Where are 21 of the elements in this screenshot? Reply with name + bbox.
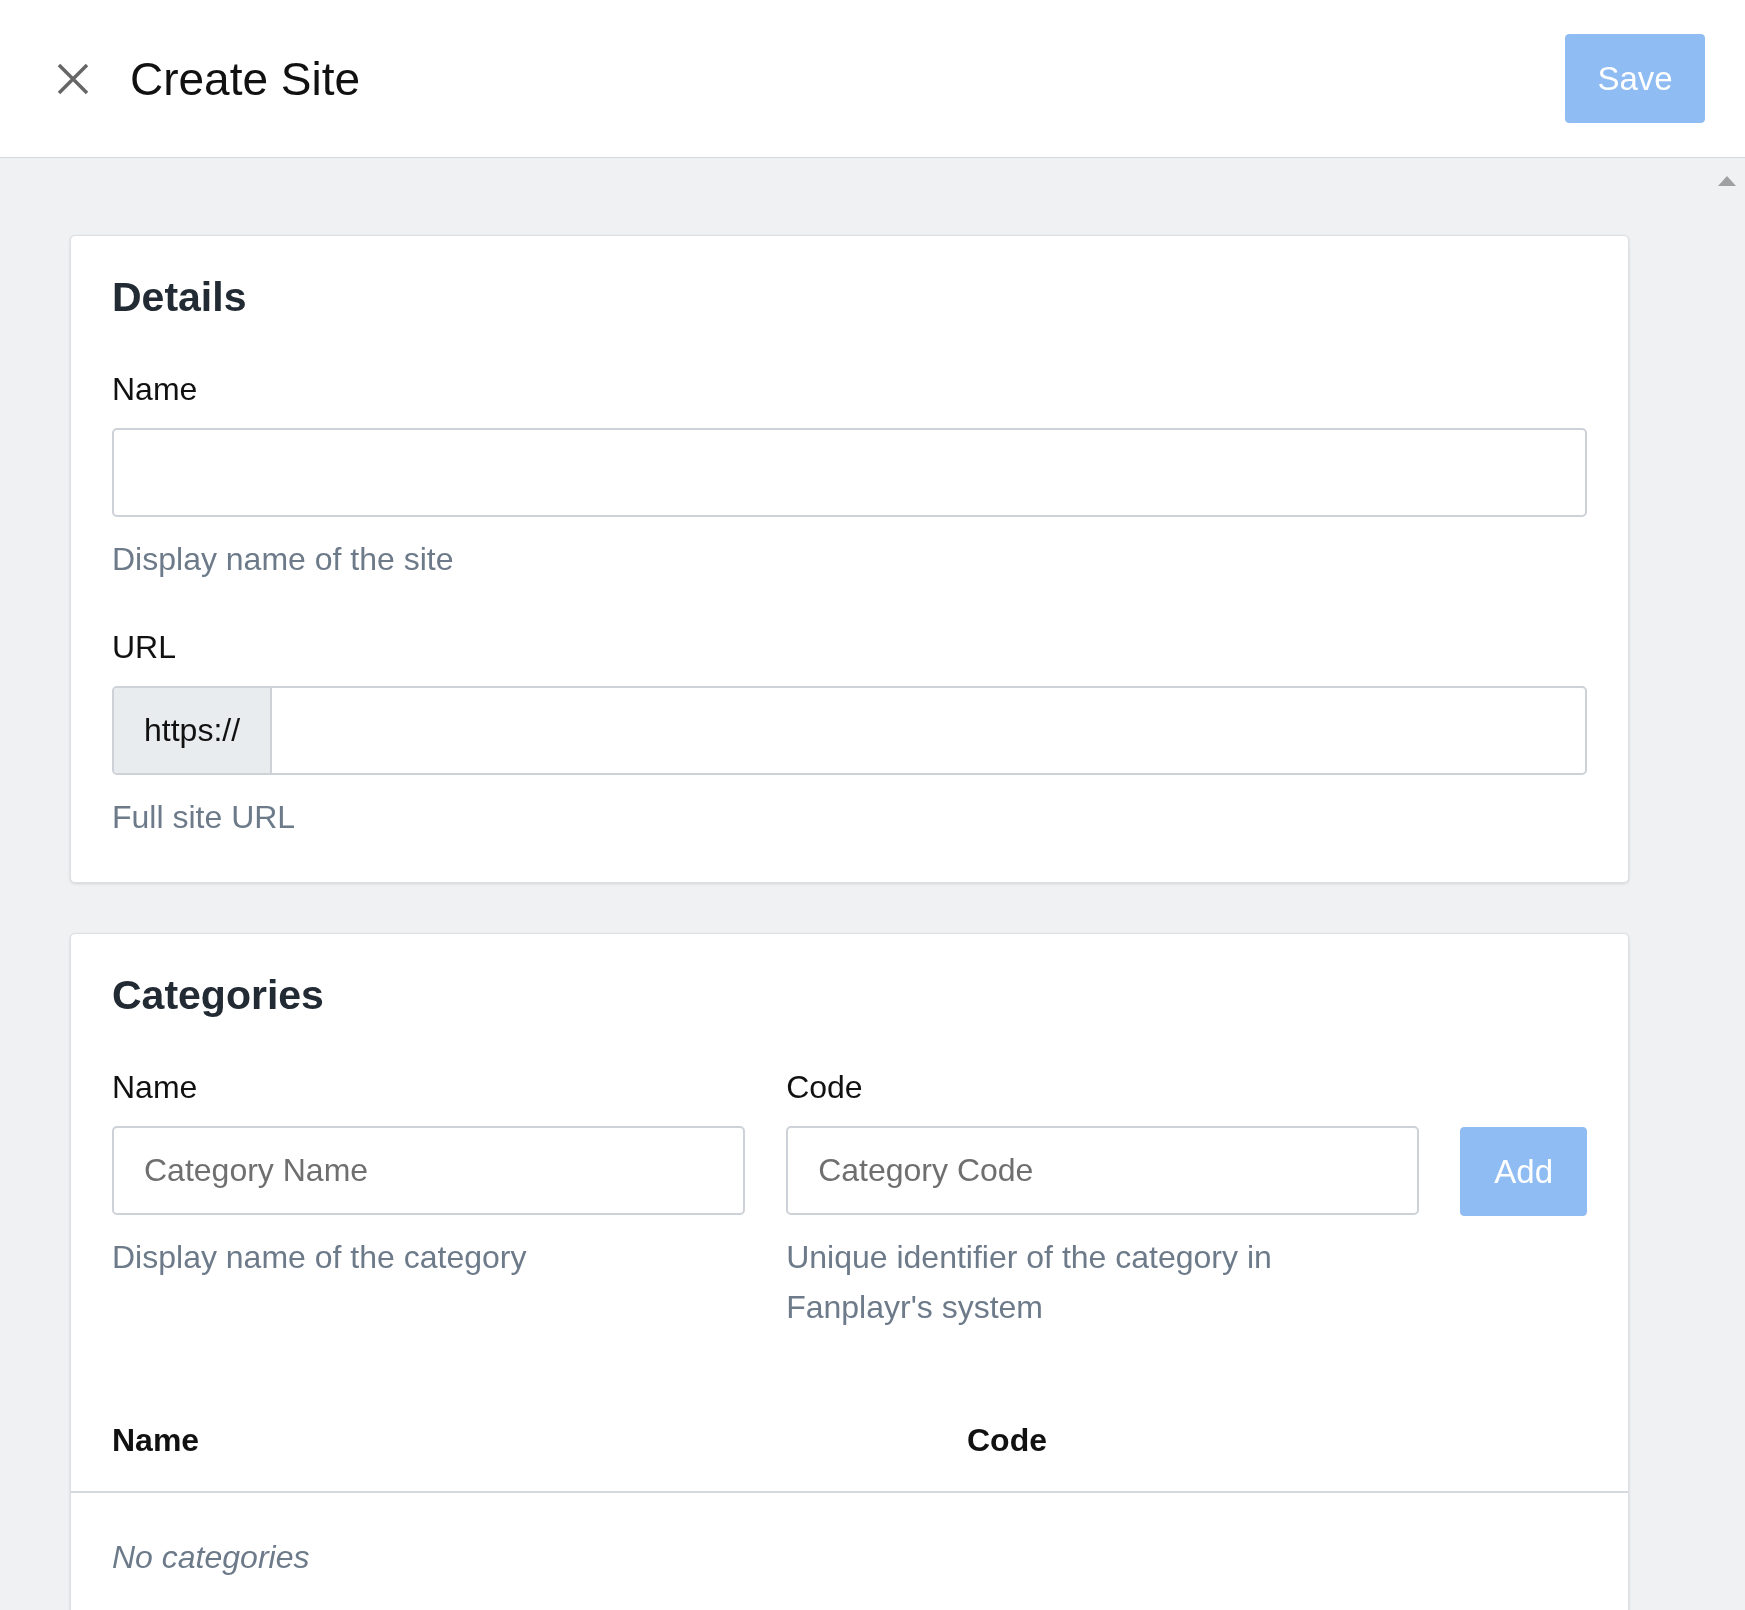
url-input-field[interactable]: https:// bbox=[112, 685, 1587, 775]
close-icon[interactable] bbox=[56, 61, 90, 96]
help-text: Display name of the site bbox=[112, 540, 455, 579]
input-field[interactable]: Category Name bbox=[112, 1126, 746, 1216]
empty-message: No categories bbox=[111, 1538, 311, 1578]
page-title: Create Site bbox=[130, 51, 362, 106]
help-text: Full site URL bbox=[112, 797, 297, 837]
help-text: Unique identifier of the category in Fanplayr's system bbox=[786, 1238, 1273, 1327]
column-header: Name bbox=[112, 1422, 201, 1460]
field-label: Code bbox=[786, 1069, 864, 1107]
column-header: Code bbox=[967, 1422, 1048, 1460]
field-label: URL bbox=[112, 628, 177, 666]
scroll-up-icon[interactable] bbox=[1717, 176, 1736, 186]
field-label: Name bbox=[112, 1069, 199, 1107]
input-prefix: https:// bbox=[114, 687, 273, 773]
input-field[interactable]: Category Code bbox=[786, 1126, 1420, 1216]
section-heading: Categories bbox=[112, 972, 325, 1020]
input-field[interactable] bbox=[112, 428, 1587, 517]
help-text: Display name of the category bbox=[112, 1238, 528, 1278]
section-heading: Details bbox=[112, 274, 248, 321]
field-label: Name bbox=[112, 371, 199, 408]
